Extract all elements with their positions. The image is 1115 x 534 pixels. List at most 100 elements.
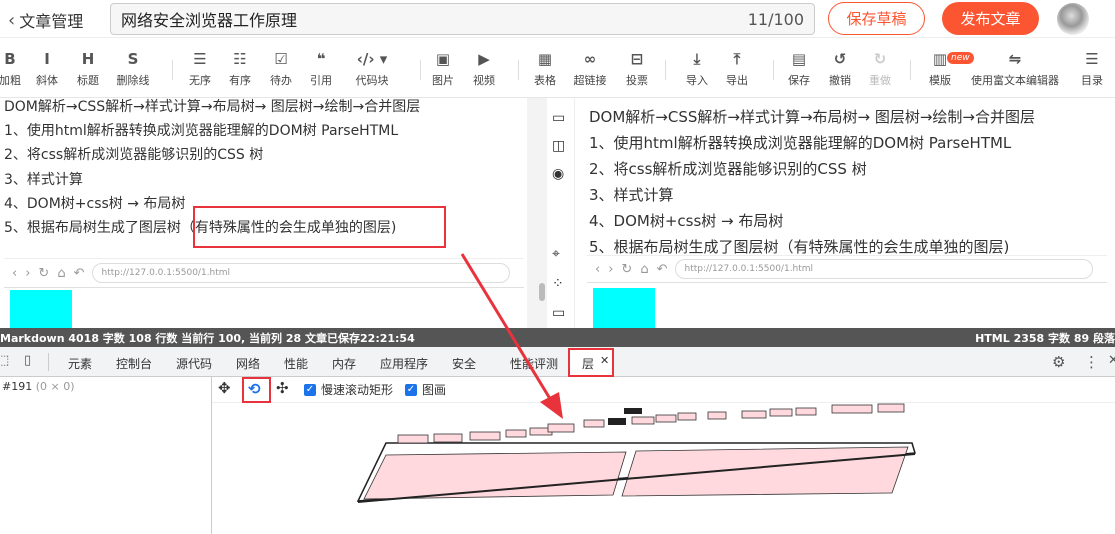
layers-3d-svg [356,403,916,503]
article-title-input[interactable]: 网络安全浏览器工作原理 11/100 [110,3,815,35]
video-icon: ▶ [478,50,490,68]
save-draft-button[interactable]: 保存草稿 [828,2,925,35]
toolbar-save-button[interactable]: ▤ 保存 [788,46,810,98]
layer-node-id: #191 [2,380,33,393]
rotate-icon: ⟲ [248,380,261,398]
split-view-icon[interactable]: ◫ [552,138,565,154]
article-title-value: 网络安全浏览器工作原理 [121,11,298,30]
layers-3d-view[interactable] [212,403,1115,534]
floating-layer [769,408,793,417]
markdown-editor[interactable]: DOM解析→CSS解析→样式计算→布局树→ 图层树→绘制→合并图层 1、使用ht… [0,98,527,328]
heading-icon: H [81,50,95,68]
highlight-box [193,206,446,248]
floating-layer [397,434,429,444]
toolbar-ordered-list-button[interactable]: ☷ 有序 [229,46,251,98]
tab-layers[interactable]: 层 ✕ [568,348,614,377]
tab-sources[interactable]: 源代码 [176,355,212,372]
toolbar-todo-list-button[interactable]: ☑ 待办 [270,46,292,98]
toolbar-label: 投票 [626,74,648,87]
cyan-box [593,288,655,328]
reload-icon: ↻ [621,261,633,277]
template-icon: ▥ [932,50,948,68]
export-icon: ⤒ [733,50,741,68]
status-left: Markdown 4018 字数 108 行数 当前行 100, 当前列 28 … [0,331,415,345]
toolbar-table-button[interactable]: ▦ 表格 [534,46,556,98]
editor-line: 1、使用html解析器转换成浏览器能理解的DOM树 ParseHTML [4,123,399,139]
floating-layer [707,411,727,420]
toolbar-heading-button[interactable]: H 标题 [77,46,99,98]
drag-icon[interactable]: ⁘ [552,276,564,292]
toolbar-italic-button[interactable]: I 斜体 [36,46,58,98]
toolbar-image-button[interactable]: ▣ 图片 [432,46,454,98]
gear-icon[interactable]: ⚙ [1052,353,1065,371]
toolbar-label: 表格 [534,74,556,87]
publish-button[interactable]: 发布文章 [942,2,1039,35]
toolbar-divider [910,60,911,80]
preview-line: 1、使用html解析器转换成浏览器能理解的DOM树 ParseHTML [589,134,1012,152]
toolbar-unordered-list-button[interactable]: ☰ 无序 [189,46,211,98]
avatar[interactable] [1057,3,1089,35]
more-options-icon[interactable]: ⋮ [1084,353,1099,371]
toolbar-redo-button[interactable]: ↻ 重做 [869,46,891,98]
tab-elements[interactable]: 元素 [68,355,92,372]
tab-lighthouse[interactable]: 性能评测 [510,355,558,372]
toolbar-label: 视频 [473,74,495,87]
toolbar-bold-button[interactable]: B 加粗 [0,46,21,98]
tab-application[interactable]: 应用程序 [380,355,428,372]
pan-mode-icon[interactable]: ✥ [218,379,231,397]
floating-layer [469,431,501,441]
scroll-thumb[interactable] [539,283,545,301]
device-toolbar-icon[interactable]: ▯ [24,353,31,368]
embedded-url: http://127.0.0.1:5500/1.html [92,263,510,283]
toolbar-vote-button[interactable]: ⊟ 投票 [626,46,648,98]
toolbar-label: 目录 [1081,74,1103,87]
tab-security[interactable]: 安全 [452,355,476,372]
floating-layer [433,433,463,443]
toolbar-link-button[interactable]: ∞ 超链接 [574,46,607,98]
editor-scrollbar[interactable] [527,98,547,328]
toolbar-export-button[interactable]: ⤒ 导出 [726,46,748,98]
paints-toggle[interactable]: ✓ 图画 [405,381,446,398]
checkbox-checked-icon: ✓ [405,383,417,396]
reload-icon: ↻ [38,265,50,281]
preview-eye-icon[interactable]: ◉ [552,166,564,182]
rotate-mode-button[interactable]: ⟲ [242,377,271,403]
save-icon: ▤ [791,50,807,68]
monitor-icon[interactable]: ▭ [552,305,565,321]
toolbar-code-block-button[interactable]: ‹/› ▾ 代码块 [356,46,389,98]
toolbar-undo-button[interactable]: ↺ 撤销 [829,46,851,98]
tab-console[interactable]: 控制台 [116,355,152,372]
checkbox-checked-icon: ✓ [304,383,316,396]
close-devtools-icon[interactable]: ✕ [1108,353,1115,368]
inspect-icon[interactable]: ⬚ [0,353,9,368]
layers-toolbar: ✥ ⟲ ✣ ✓ 慢速滚动矩形 ✓ 图画 [212,377,1115,403]
layout-icon[interactable]: ▭ [552,110,565,126]
slow-scroll-rects-toggle[interactable]: ✓ 慢速滚动矩形 [304,381,393,398]
toolbar-label: 加粗 [0,74,21,87]
code-block-icon: ‹/› ▾ [356,50,388,68]
link-icon: ∞ [583,50,597,68]
tab-network[interactable]: 网络 [236,355,260,372]
toolbar-label: 重做 [869,74,891,87]
toolbar-video-button[interactable]: ▶ 视频 [473,46,495,98]
toolbar-label: 导出 [726,74,748,87]
tab-layers-label: 层 [582,357,595,371]
toolbar-toc-button[interactable]: ☰ 目录 [1081,46,1103,98]
preview-line: 3、样式计算 [589,186,674,204]
tab-performance[interactable]: 性能 [284,355,308,372]
tab-memory[interactable]: 内存 [332,355,356,372]
toolbar-import-button[interactable]: ⤓ 导入 [686,46,708,98]
back-to-articles-link[interactable]: ‹ 文章管理 [8,8,83,32]
close-icon[interactable]: ✕ [600,354,609,367]
toolbar-label: 超链接 [573,74,607,87]
chevron-left-icon: ‹ [8,9,16,31]
target-icon[interactable]: ⌖ [552,246,560,262]
toolbar-strikethrough-button[interactable]: S 删除线 [117,46,150,98]
layer-node[interactable]: #191 (0 × 0) [2,380,75,393]
toolbar-label: 使用富文本编辑器 [971,74,1059,87]
toolbar-label: 导入 [686,74,708,87]
home-icon: ⌂ [640,261,649,277]
toolbar-quote-button[interactable]: ❝ 引用 [310,46,332,98]
toolbar-rich-editor-button[interactable]: ⇋ 使用富文本编辑器 [971,46,1059,98]
reset-transform-icon[interactable]: ✣ [276,379,289,397]
